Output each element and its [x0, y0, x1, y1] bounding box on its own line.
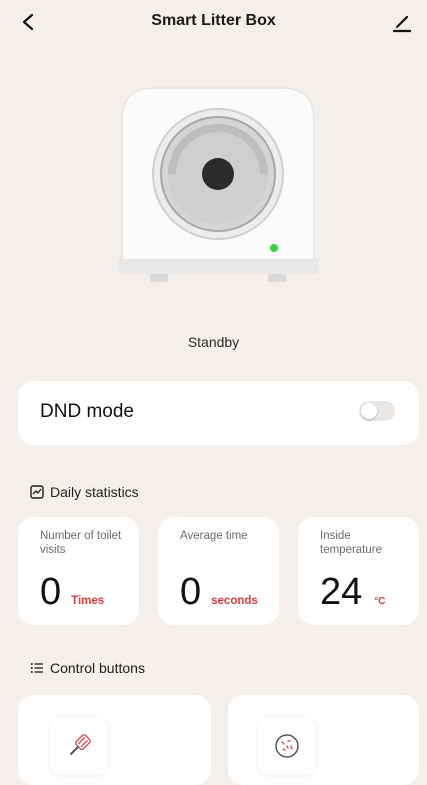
control-buttons-title: Control buttons: [50, 660, 145, 676]
toggle-knob: [361, 403, 377, 419]
stat-unit: seconds: [211, 595, 258, 607]
litter-icon: [275, 734, 299, 758]
edit-button[interactable]: [389, 10, 415, 36]
device-status: Standby: [187, 334, 240, 350]
stat-card-average-time: Average time 0 seconds: [158, 517, 279, 625]
top-bar: Smart Litter Box: [0, 0, 427, 46]
control-buttons-header: Control buttons: [30, 660, 145, 676]
clean-button[interactable]: [50, 717, 108, 775]
daily-statistics-header: Daily statistics: [30, 484, 139, 500]
stat-card-inside-temperature: Inside temperature 24 °C: [298, 517, 419, 625]
dnd-card: DND mode: [18, 381, 419, 445]
chart-icon: [30, 485, 44, 499]
dnd-toggle[interactable]: [359, 401, 395, 421]
page-title: Smart Litter Box: [151, 12, 276, 29]
control-card-clean: [18, 695, 211, 785]
control-card-litter: [228, 695, 419, 785]
pencil-icon: [392, 15, 412, 33]
status-indicator-light: [270, 244, 278, 252]
list-icon: [30, 661, 44, 675]
stat-label: Inside temperature: [320, 530, 383, 556]
dnd-label: DND mode: [40, 401, 134, 422]
scoop-icon: [69, 734, 91, 756]
litter-box-illustration: [110, 80, 326, 300]
stat-card-toilet-visits: Number of toilet visits 0 Times: [18, 517, 139, 625]
litter-button[interactable]: [258, 717, 316, 775]
stat-value: 0: [40, 571, 62, 613]
daily-statistics-title: Daily statistics: [50, 484, 139, 500]
stat-value: 24: [320, 571, 363, 613]
stat-label: Number of toilet visits: [40, 530, 122, 556]
stat-label: Average time: [180, 530, 248, 542]
stat-unit: °C: [374, 596, 386, 607]
stat-value: 0: [180, 571, 202, 613]
stat-unit: Times: [71, 595, 105, 607]
